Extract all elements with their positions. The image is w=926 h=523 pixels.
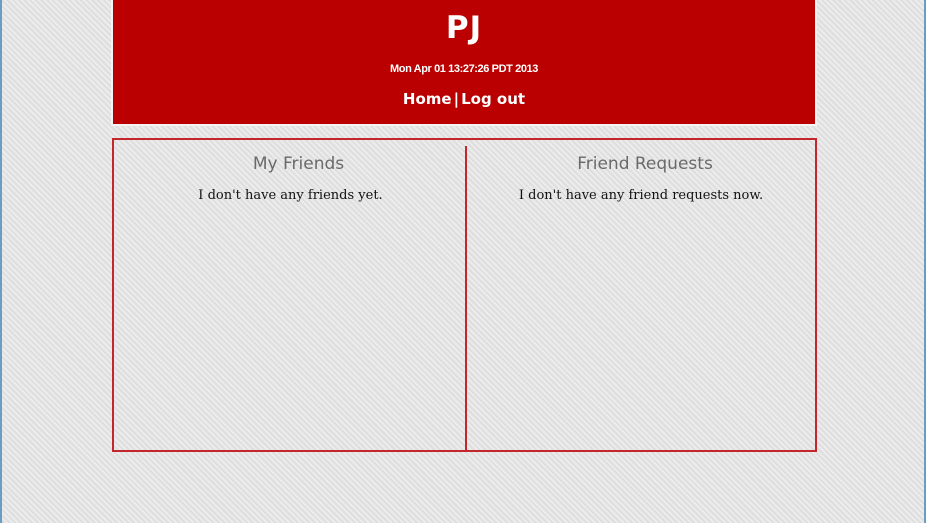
logout-link[interactable]: Log out [461,90,525,108]
friend-requests-section: Friend Requests I don't have any friend … [467,140,815,205]
main-nav: Home | Log out [113,89,815,109]
friend-requests-heading: Friend Requests [577,154,713,174]
current-timestamp: Mon Apr 01 13:27:26 PDT 2013 [390,63,538,75]
site-title: PJ [445,10,483,46]
nav-separator: | [453,90,460,108]
home-link[interactable]: Home [403,90,452,108]
friends-panel: My Friends I don't have any friends yet.… [112,138,817,452]
site-header: PJ Mon Apr 01 13:27:26 PDT 2013 Home | Log… [111,0,817,126]
my-friends-heading: My Friends [252,154,345,174]
my-friends-section: My Friends I don't have any friends yet. [114,140,465,205]
page: { "header": { "title": "PJ", "timestamp"… [0,0,926,523]
my-friends-empty-text: I don't have any friends yet. [198,188,383,203]
friend-requests-empty-text: I don't have any friend requests now. [518,188,764,203]
